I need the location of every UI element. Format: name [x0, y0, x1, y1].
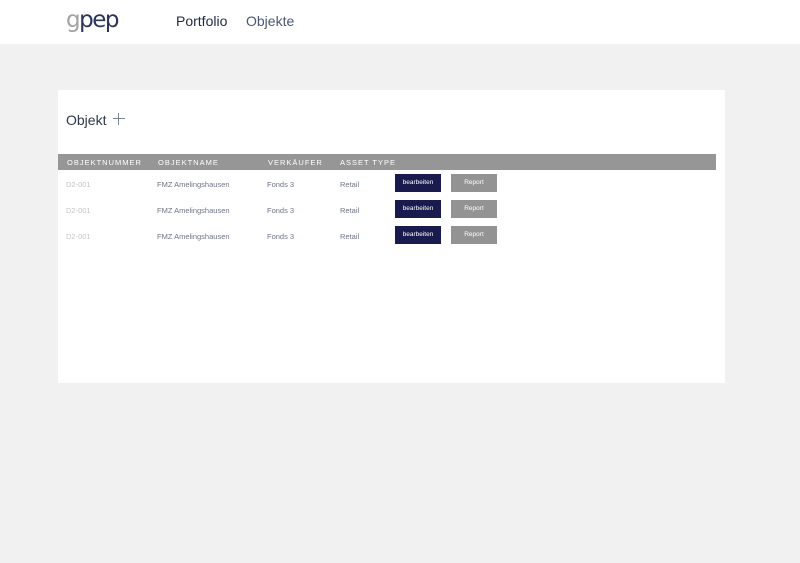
logo-g: g — [66, 7, 81, 33]
table-row: D2-001 FMZ Amelingshausen Fonds 3 Retail… — [58, 174, 716, 200]
cell-verkaeufer: Fonds 3 — [267, 232, 295, 241]
cell-objektname: FMZ Amelingshausen — [157, 232, 230, 241]
report-button[interactable]: Report — [451, 200, 497, 218]
top-navigation-bar: gpep Portfolio Objekte — [0, 0, 800, 44]
cell-objektname: FMZ Amelingshausen — [157, 180, 230, 189]
cell-objektname: FMZ Amelingshausen — [157, 206, 230, 215]
nav-link-portfolio[interactable]: Portfolio — [176, 13, 227, 29]
cell-objektnummer: D2-001 — [66, 232, 91, 241]
cell-verkaeufer: Fonds 3 — [267, 206, 295, 215]
cell-asset-type: Retail — [340, 180, 360, 189]
edit-button[interactable]: bearbeiten — [395, 174, 441, 192]
edit-button[interactable]: bearbeiten — [395, 200, 441, 218]
cell-objektnummer: D2-001 — [66, 180, 91, 189]
column-header-asset-type: ASSET TYPE — [340, 158, 396, 167]
nav-link-objekte[interactable]: Objekte — [246, 13, 294, 29]
column-header-verkaeufer: VERKÄUFER — [268, 158, 323, 167]
column-header-objektname: OBJEKTNAME — [158, 158, 219, 167]
report-button[interactable]: Report — [451, 226, 497, 244]
cell-objektnummer: D2-001 — [66, 206, 91, 215]
column-header-objektnummer: OBJEKTNUMMER — [67, 158, 142, 167]
add-objekt-plus-icon[interactable] — [111, 111, 127, 127]
table-row: D2-001 FMZ Amelingshausen Fonds 3 Retail… — [58, 200, 716, 226]
report-button[interactable]: Report — [451, 174, 497, 192]
gpep-logo[interactable]: gpep — [66, 6, 119, 34]
table-row: D2-001 FMZ Amelingshausen Fonds 3 Retail… — [58, 226, 716, 252]
table-header: OBJEKTNUMMER OBJEKTNAME VERKÄUFER ASSET … — [58, 154, 716, 170]
logo-rest: pep — [79, 7, 119, 33]
cell-asset-type: Retail — [340, 232, 360, 241]
objekt-card: Objekt OBJEKTNUMMER OBJEKTNAME VERKÄUFER… — [58, 90, 725, 383]
card-title: Objekt — [66, 112, 107, 128]
cell-verkaeufer: Fonds 3 — [267, 180, 295, 189]
edit-button[interactable]: bearbeiten — [395, 226, 441, 244]
cell-asset-type: Retail — [340, 206, 360, 215]
